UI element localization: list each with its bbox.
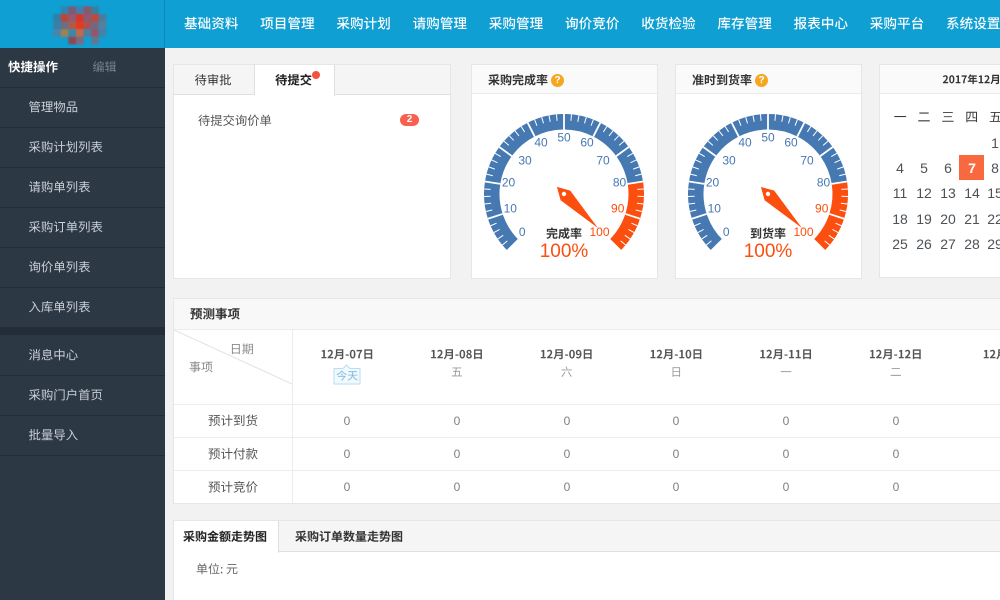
svg-text:0: 0 — [723, 225, 730, 239]
svg-text:90: 90 — [815, 201, 829, 215]
svg-text:60: 60 — [784, 136, 798, 150]
svg-text:30: 30 — [722, 154, 736, 168]
svg-text:0: 0 — [519, 225, 526, 239]
svg-text:30: 30 — [518, 154, 532, 168]
svg-text:10: 10 — [708, 201, 722, 215]
svg-text:100%: 100% — [744, 241, 793, 262]
svg-text:50: 50 — [761, 131, 775, 145]
svg-text:40: 40 — [738, 136, 752, 150]
svg-text:40: 40 — [534, 136, 548, 150]
svg-text:70: 70 — [800, 154, 814, 168]
svg-text:50: 50 — [557, 131, 571, 145]
svg-text:100%: 100% — [540, 241, 589, 262]
svg-text:60: 60 — [580, 136, 594, 150]
svg-text:80: 80 — [613, 176, 627, 190]
svg-text:10: 10 — [504, 201, 518, 215]
svg-text:80: 80 — [817, 176, 831, 190]
svg-text:100: 100 — [589, 225, 609, 239]
svg-text:100: 100 — [793, 225, 813, 239]
svg-text:90: 90 — [611, 201, 625, 215]
svg-text:70: 70 — [596, 154, 610, 168]
svg-text:20: 20 — [502, 176, 516, 190]
svg-text:20: 20 — [706, 176, 720, 190]
